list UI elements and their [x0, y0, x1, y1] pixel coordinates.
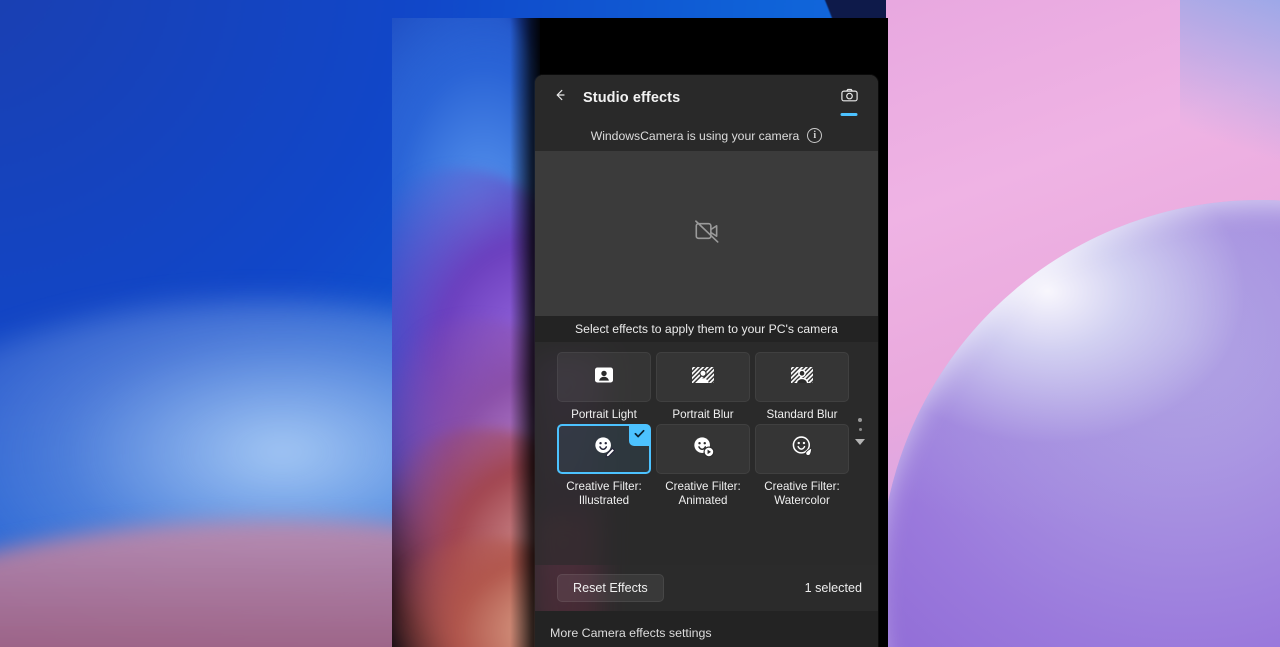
effect-label: Portrait Blur — [672, 408, 734, 421]
effect-label: Standard Blur — [766, 408, 838, 421]
desktop: Studio effects WindowsCamera is using yo… — [0, 0, 1280, 647]
studio-effects-flyout: Studio effects WindowsCamera is using yo… — [535, 75, 878, 647]
inner-wallpaper — [392, 18, 540, 647]
scroll-dot-2 — [858, 428, 862, 431]
effect-cell: Creative Filter: Illustrated — [557, 424, 651, 508]
info-circle-icon[interactable]: i — [807, 128, 823, 143]
chevron-down-icon — [855, 439, 865, 445]
flyout-header: Studio effects — [535, 75, 878, 120]
effect-cell: Portrait Light — [557, 352, 651, 422]
effect-label: Portrait Light — [571, 408, 637, 421]
effects-grid: Portrait Light Portrait Blur Standard Bl… — [557, 352, 852, 565]
scroll-down-icon[interactable] — [852, 352, 868, 565]
effect-label: Creative Filter: Illustrated — [566, 480, 642, 507]
tab-active-underline — [840, 112, 858, 116]
camera-in-use-text: WindowsCamera is using your camera — [590, 128, 800, 143]
portrait-blur-icon — [689, 362, 717, 393]
standard-blur-icon — [788, 362, 816, 393]
effect-tile-portrait-light[interactable] — [557, 352, 651, 402]
effect-tile-creative-illustrated[interactable] — [557, 424, 651, 474]
check-icon — [633, 427, 646, 445]
scroll-dot-1 — [858, 418, 862, 422]
camera-preview — [535, 151, 878, 316]
camera-in-use-row: WindowsCamera is using your camera i — [535, 120, 878, 151]
reset-effects-button[interactable]: Reset Effects — [557, 574, 664, 602]
camera-app-window: Studio effects WindowsCamera is using yo… — [392, 18, 888, 647]
select-effects-text: Select effects to apply them to your PC'… — [575, 322, 838, 336]
camera-icon — [840, 86, 859, 110]
effect-tile-creative-watercolor[interactable] — [755, 424, 849, 474]
selected-count-label: 1 selected — [804, 581, 862, 595]
effect-tile-portrait-blur[interactable] — [656, 352, 750, 402]
more-camera-effects-settings-link[interactable]: More Camera effects settings — [550, 626, 712, 640]
page-title: Studio effects — [583, 89, 681, 106]
effect-cell: Creative Filter: Watercolor — [755, 424, 849, 508]
effect-selected-checkbox[interactable] — [629, 425, 650, 446]
effect-label: Creative Filter: Watercolor — [764, 480, 840, 507]
portrait-light-icon — [591, 362, 617, 393]
effects-grid-region: Portrait Light Portrait Blur Standard Bl… — [535, 342, 878, 565]
creative-animated-icon — [690, 433, 717, 465]
effect-cell: Standard Blur — [755, 352, 849, 422]
effect-cell: Portrait Blur — [656, 352, 750, 422]
wallpaper-sky-corner — [1180, 0, 1280, 200]
camera-off-icon — [692, 216, 722, 251]
effect-label: Creative Filter: Animated — [665, 480, 741, 507]
flyout-footer: More Camera effects settings — [535, 611, 878, 647]
back-button[interactable] — [545, 83, 575, 113]
creative-illustrated-icon — [591, 433, 618, 465]
actions-row: Reset Effects 1 selected — [535, 565, 878, 611]
effect-tile-standard-blur[interactable] — [755, 352, 849, 402]
select-effects-banner: Select effects to apply them to your PC'… — [535, 316, 878, 342]
creative-watercolor-icon — [789, 433, 816, 465]
effect-cell: Creative Filter: Animated — [656, 424, 750, 508]
effect-tile-creative-animated[interactable] — [656, 424, 750, 474]
arrow-left-icon — [552, 87, 568, 108]
tab-camera[interactable] — [832, 81, 866, 116]
